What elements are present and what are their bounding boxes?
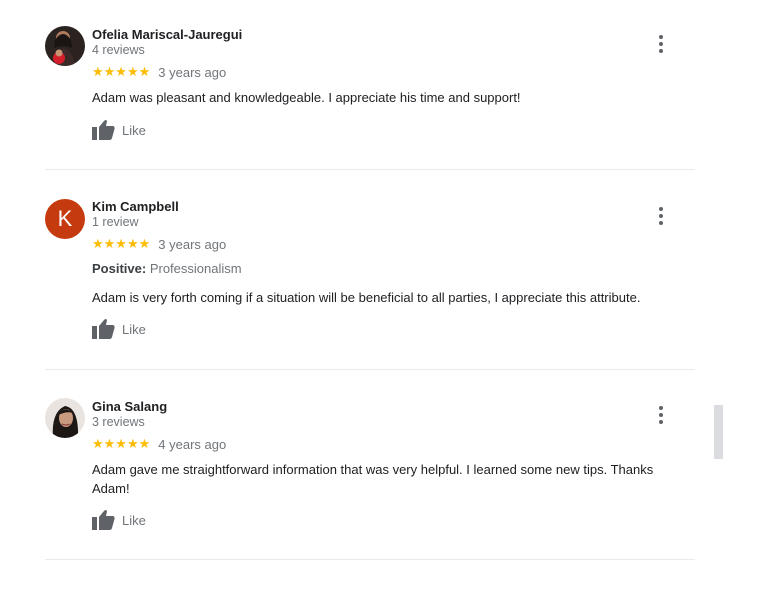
review-card: K Kim Campbell 1 review ★★★★★ 3 years ag… — [45, 170, 695, 370]
review-count[interactable]: 1 review — [92, 215, 139, 229]
more-options-icon[interactable] — [656, 35, 666, 53]
star-rating: ★★★★★ — [92, 237, 151, 252]
reviewer-name[interactable]: Kim Campbell — [92, 199, 179, 214]
attribute-label: Positive: — [92, 261, 147, 276]
rating-row: ★★★★★ 3 years ago — [92, 237, 226, 252]
like-label: Like — [122, 512, 146, 528]
more-options-icon[interactable] — [656, 207, 666, 225]
scrollbar-thumb[interactable] — [714, 405, 723, 459]
like-button[interactable]: Like — [92, 119, 146, 141]
reviewer-name[interactable]: Gina Salang — [92, 399, 167, 414]
avatar[interactable] — [45, 26, 85, 66]
review-card: Gina Salang 3 reviews ★★★★★ 4 years ago … — [45, 370, 695, 560]
thumbs-up-icon — [92, 319, 115, 339]
star-rating: ★★★★★ — [92, 65, 151, 80]
more-options-icon[interactable] — [656, 406, 666, 424]
thumbs-up-icon — [92, 510, 115, 530]
review-count[interactable]: 4 reviews — [92, 43, 145, 57]
avatar[interactable]: K — [45, 199, 85, 239]
like-label: Like — [122, 122, 146, 138]
avatar[interactable] — [45, 398, 85, 438]
review-text: Adam is very forth coming if a situation… — [92, 290, 641, 305]
like-button[interactable]: Like — [92, 318, 146, 340]
thumbs-up-icon — [92, 120, 115, 140]
reviewer-name[interactable]: Ofelia Mariscal-Jauregui — [92, 27, 242, 42]
star-rating: ★★★★★ — [92, 437, 151, 452]
reviews-list: Ofelia Mariscal-Jauregui 4 reviews ★★★★★… — [45, 0, 695, 560]
attribute-value: Professionalism — [149, 261, 242, 276]
review-attribute: Positive: Professionalism — [92, 261, 242, 276]
review-text: Adam was pleasant and knowledgeable. I a… — [92, 90, 521, 105]
review-date: 4 years ago — [158, 437, 227, 452]
review-date: 3 years ago — [158, 65, 227, 80]
review-card: Ofelia Mariscal-Jauregui 4 reviews ★★★★★… — [45, 0, 695, 170]
review-date: 3 years ago — [158, 237, 227, 252]
review-text: Adam gave me straightforward information… — [92, 462, 654, 496]
review-count[interactable]: 3 reviews — [92, 415, 145, 429]
like-label: Like — [122, 321, 146, 337]
like-button[interactable]: Like — [92, 509, 146, 531]
rating-row: ★★★★★ 4 years ago — [92, 437, 226, 452]
rating-row: ★★★★★ 3 years ago — [92, 65, 226, 80]
